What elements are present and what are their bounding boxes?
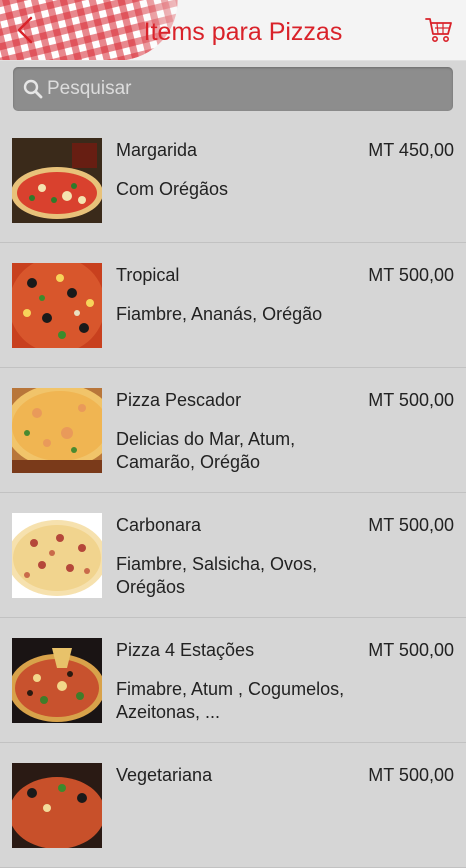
item-name: Tropical (116, 265, 180, 285)
page-title: Items para Pizzas (143, 18, 343, 46)
item-price: MT 500,00 (368, 515, 454, 535)
item-name: Pizza 4 Estações (116, 640, 255, 660)
item-price: MT 500,00 (368, 640, 454, 660)
item-description: Fiambre, Ananás, Orégão (116, 304, 323, 324)
item-price: MT 450,00 (368, 140, 454, 160)
list-item[interactable]: Carbonara MT 500,00 Fiambre, Salsicha, O… (0, 493, 466, 618)
pizza-list: Margarida MT 450,00 Com Orégãos Tropical… (0, 118, 466, 868)
list-item[interactable]: Tropical MT 500,00 Fiambre, Ananás, Orég… (0, 243, 466, 368)
item-name: Carbonara (116, 515, 202, 535)
item-description: Delicias do Mar, Atum, Camarão, Orégão (116, 429, 296, 472)
item-description: Fimabre, Atum , Cogumelos, Azeitonas, ..… (116, 679, 345, 722)
item-price: MT 500,00 (368, 390, 454, 410)
search-bar[interactable] (13, 67, 453, 111)
search-icon (23, 79, 43, 99)
cart-icon (425, 18, 452, 42)
item-price: MT 500,00 (368, 265, 454, 285)
cart-button[interactable] (424, 15, 454, 45)
app-header: Items para Pizzas (0, 0, 466, 61)
list-item[interactable]: Pizza Pescador MT 500,00 Delicias do Mar… (0, 368, 466, 493)
list-item[interactable]: Pizza 4 Estações MT 500,00 Fimabre, Atum… (0, 618, 466, 743)
list-item[interactable]: Margarida MT 450,00 Com Orégãos (0, 118, 466, 243)
item-description: Fiambre, Salsicha, Ovos, Orégãos (116, 554, 318, 597)
item-name: Margarida (116, 140, 198, 160)
pizza-image (12, 263, 102, 348)
item-name: Pizza Pescador (116, 390, 242, 410)
item-description: Com Orégãos (116, 179, 229, 199)
pizza-image (12, 138, 102, 223)
pizza-image (12, 513, 102, 598)
list-item[interactable]: Vegetariana MT 500,00 (0, 743, 466, 868)
search-input[interactable] (47, 69, 437, 109)
item-price: MT 500,00 (368, 765, 454, 785)
item-name: Vegetariana (116, 765, 213, 785)
pizza-image (12, 638, 102, 723)
pizza-image (12, 763, 102, 848)
pizza-image (12, 388, 102, 473)
